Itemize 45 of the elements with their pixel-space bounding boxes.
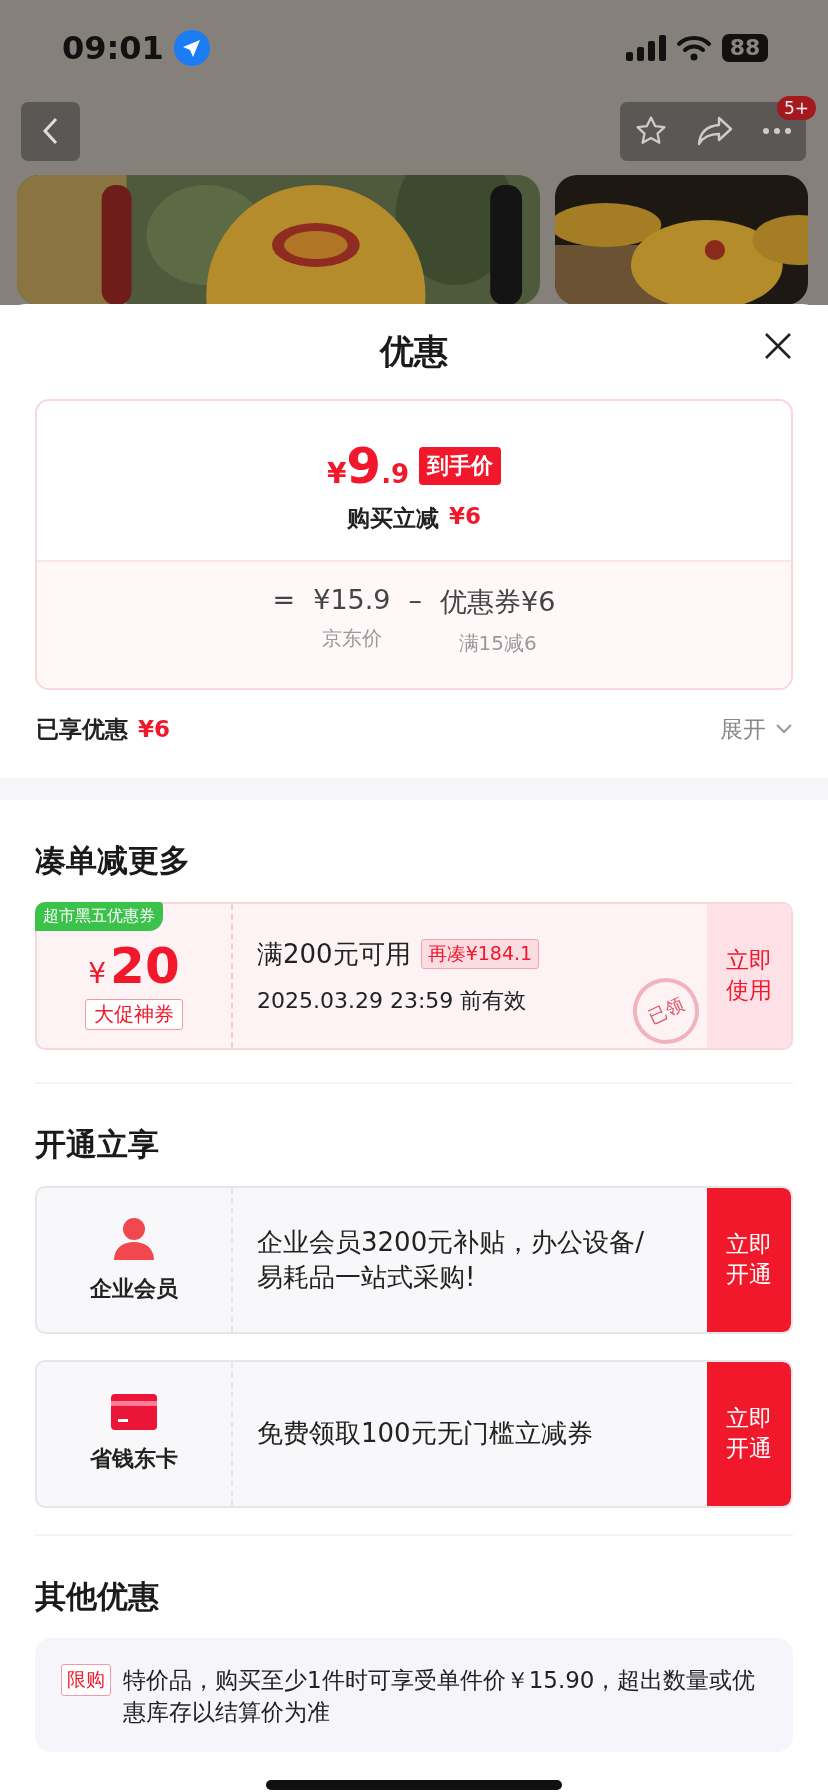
open-button[interactable]: 立即开通 [707, 1188, 791, 1332]
enjoyed-value: ¥6 [138, 716, 170, 742]
formula-operator: – [408, 584, 423, 615]
formula-caption: 满15减6 [458, 630, 537, 657]
coupon-condition: 满200元可用 [257, 937, 411, 971]
notification-badge: 5+ [776, 95, 816, 120]
note-text: 特价品，购买至少1件时可享受单件价￥15.90，超出数量或优惠库存以结算价为准 [123, 1666, 757, 1728]
price-tag: 到手价 [419, 447, 502, 485]
back-button[interactable] [21, 101, 80, 161]
section-title: 凑单减更多 [35, 841, 191, 880]
offer-text: 免费领取100元无门槛立减券 [256, 1417, 594, 1451]
expand-toggle[interactable]: 展开 [720, 713, 792, 745]
person-icon [112, 1216, 156, 1260]
coupon-amount: ¥20 [88, 936, 180, 995]
offer-name: 省钱东卡 [90, 1445, 178, 1473]
coupon-expiry: 2025.03.29 23:59 前有效 [257, 986, 527, 1015]
use-button[interactable]: 立即使用 [707, 904, 791, 1048]
formula-caption: 京东价 [321, 625, 382, 652]
coupon-tag: 大促神券 [85, 998, 183, 1030]
limit-tag: 限购 [61, 1664, 111, 1696]
share-icon[interactable] [697, 116, 733, 147]
card-icon [111, 1394, 157, 1430]
more-icon[interactable] [761, 127, 792, 136]
sheet-title: 优惠 [380, 329, 448, 373]
offer-name: 企业会员 [90, 1275, 178, 1303]
wifi-icon [676, 34, 712, 61]
chevron-down-icon [776, 724, 792, 734]
saving-label: 购买立减 [347, 504, 439, 533]
enjoyed-label: 已享优惠 [36, 714, 128, 744]
coupon-gap: 再凑¥184.1 [420, 939, 540, 969]
battery-level: 88 [722, 33, 768, 62]
location-icon [173, 29, 210, 66]
formula-term: ¥15.9 [313, 584, 391, 615]
section-title: 其他优惠 [35, 1577, 160, 1616]
section-title: 开通立享 [35, 1125, 160, 1164]
offer-text: 企业会员3200元补贴，办公设备/易耗品一站式采购! [256, 1225, 645, 1294]
formula-operator: = [272, 584, 296, 615]
saving-value: ¥6 [449, 503, 481, 531]
close-icon[interactable] [764, 332, 792, 360]
formula-term: 优惠券¥6 [440, 585, 556, 619]
coupon-ribbon: 超市黑五优惠券 [35, 902, 163, 931]
open-button[interactable]: 立即开通 [707, 1362, 791, 1506]
final-price: ¥9.9 [326, 437, 410, 495]
status-time: 09:01 [62, 28, 164, 67]
signal-icon [626, 34, 666, 61]
